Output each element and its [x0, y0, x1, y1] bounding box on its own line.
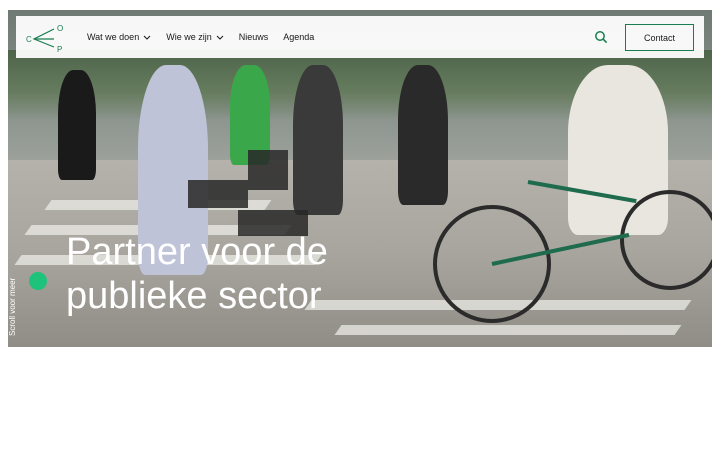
logo-letter-p: P — [57, 45, 62, 54]
brand-graphic — [248, 150, 288, 190]
nav-item-label: Wie we zijn — [166, 32, 212, 42]
pedestrian — [58, 70, 96, 180]
crosswalk-stripe — [334, 325, 682, 335]
brand-graphic — [188, 180, 248, 208]
hero-headline-line-2: publieke sector — [66, 275, 322, 317]
bike-wheel — [620, 190, 712, 290]
nav-item-label: Wat we doen — [87, 32, 140, 42]
nav-item-label: Nieuws — [238, 32, 269, 42]
pedestrian — [398, 65, 448, 205]
pedestrian — [293, 65, 343, 215]
nav-item-agenda[interactable]: Agenda — [283, 32, 314, 42]
chevron-down-icon — [143, 35, 151, 40]
nav-item-label: Agenda — [283, 32, 315, 42]
contact-button[interactable]: Contact — [625, 24, 694, 51]
nav-item-nieuws[interactable]: Nieuws — [239, 32, 269, 42]
hero-headline: Partner voor de publieke sector — [66, 230, 486, 318]
site-header: C O P Wat we doen Wie we zijn Nieuws Age… — [16, 16, 704, 58]
nav-item-wie-we-zijn[interactable]: Wie we zijn — [166, 32, 224, 42]
scroll-indicator-dot[interactable] — [29, 272, 47, 290]
hero-headline-line-1: Partner voor de — [66, 231, 328, 273]
nav-item-wat-we-doen[interactable]: Wat we doen — [87, 32, 151, 42]
scroll-label[interactable]: Scroll voor meer — [8, 276, 28, 336]
main-nav: Wat we doen Wie we zijn Nieuws Agenda — [87, 16, 329, 58]
chevron-down-icon — [216, 35, 224, 40]
search-icon[interactable] — [594, 30, 608, 44]
logo-mark — [32, 28, 55, 48]
logo-letter-o: O — [57, 24, 63, 33]
logo[interactable]: C O P — [24, 20, 64, 54]
logo-letter-c: C — [26, 35, 32, 44]
